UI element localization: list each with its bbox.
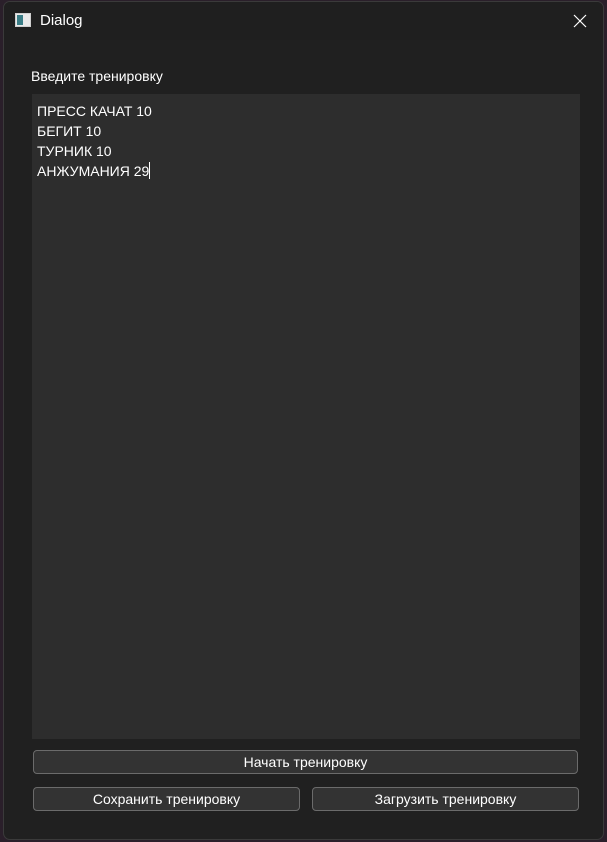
dialog-window: Dialog Введите тренировку ПРЕСС КАЧАТ 10… bbox=[3, 1, 604, 840]
workout-input-label: Введите тренировку bbox=[31, 68, 163, 84]
close-icon bbox=[573, 14, 587, 28]
workout-line: ПРЕСС КАЧАТ 10 bbox=[37, 103, 152, 119]
save-workout-button[interactable]: Сохранить тренировку bbox=[33, 787, 300, 811]
load-workout-button[interactable]: Загрузить тренировку bbox=[312, 787, 579, 811]
start-workout-button[interactable]: Начать тренировку bbox=[33, 750, 578, 774]
workout-line-last: АНЖУМАНИЯ 29 bbox=[37, 161, 575, 181]
text-caret bbox=[149, 162, 151, 179]
window-title: Dialog bbox=[40, 12, 83, 29]
workout-line-text: АНЖУМАНИЯ 29 bbox=[37, 163, 150, 179]
workout-line: БЕГИТ 10 bbox=[37, 123, 102, 139]
workout-text-editor[interactable]: ПРЕСС КАЧАТ 10 БЕГИТ 10 ТУРНИК 10 АНЖУМА… bbox=[32, 94, 580, 739]
window-app-icon bbox=[15, 13, 31, 27]
title-bar[interactable]: Dialog bbox=[4, 2, 603, 40]
workout-line: ТУРНИК 10 bbox=[37, 143, 112, 159]
close-button[interactable] bbox=[557, 2, 603, 40]
